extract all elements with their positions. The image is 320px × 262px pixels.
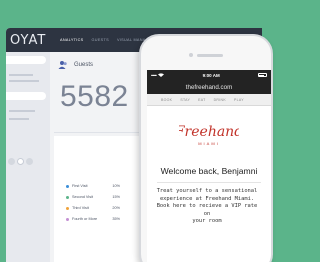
freehand-logo: Freehand MIAMI [179,124,239,146]
sidebar-item[interactable] [6,92,46,100]
row-value: 20% [112,206,120,210]
brand-logo: OYAT [10,32,47,48]
phone-screen: ••••• 9:00 AM thefreehand.com BOOK STAY … [147,70,271,262]
tab-guests[interactable]: GUESTS [92,38,109,42]
camera-icon [189,53,193,57]
logo-script: Freehand [179,124,239,140]
site-nav: BOOK STAY EAT DRINK PLAY [147,94,271,106]
row-value: 10% [112,184,120,188]
row-value: 35% [112,217,120,221]
signal-dots-icon: ••••• [151,72,157,78]
bullet-dot [66,184,69,188]
promo-line: Treat yourself to a sensational [156,188,258,194]
url-text[interactable]: thefreehand.com [186,84,232,91]
tab-analytics[interactable]: ANALYTICS [60,38,84,42]
toggle-dot[interactable] [26,158,33,165]
sidebar-item[interactable] [6,56,46,64]
guests-header: Guests [58,60,93,70]
toggle-dot-active[interactable] [17,158,24,165]
nav-play[interactable]: PLAY [234,98,244,102]
toggle-dot[interactable] [8,158,15,165]
battery-icon [257,73,267,77]
nav-eat[interactable]: EAT [198,98,205,102]
wifi-icon [158,73,165,77]
divider [157,182,261,183]
nav-book[interactable]: BOOK [161,98,172,102]
row-value: 15% [112,195,120,199]
list-item: First Visit 10% [66,184,120,188]
sidebar-toggle-group[interactable] [8,158,33,165]
sidebar-text-line [9,74,33,76]
nav-drink[interactable]: DRINK [214,98,226,102]
sidebar-text-line [9,80,39,82]
welcome-heading: Welcome back, Benjamni [160,166,258,176]
row-label: Fourth or More [72,217,98,221]
speaker-slot [197,54,223,57]
bullet-dot [66,195,69,199]
promo-line: experience at Freehand Miami. [159,195,255,202]
row-label: Second Visit [72,195,94,199]
bullet-dot [66,206,69,210]
status-time: 9:00 AM [202,72,220,78]
nav-stay[interactable]: STAY [180,98,190,102]
logo-sub: MIAMI [198,141,220,146]
signal-group: ••••• [151,72,165,78]
sidebar-text-line [9,110,35,112]
list-item: Third Visit 20% [66,206,120,210]
promo-line: Book here to recieve a VIP rate on [156,203,258,217]
guests-label: Guests [74,62,94,68]
bullet-dot [66,217,69,221]
list-item: Second Visit 15% [66,195,120,199]
address-bar[interactable]: thefreehand.com [147,80,271,94]
promo-message: Treat yourself to a sensational experien… [153,188,261,226]
list-item: Fourth or More 35% [66,217,120,221]
guest-count: 5582 [60,80,129,113]
status-bar: ••••• 9:00 AM [147,70,271,80]
row-label: First Visit [72,184,88,188]
guests-icon [58,61,67,69]
sidebar [6,52,50,262]
row-label: Third Visit [72,206,89,210]
phone-device: ••••• 9:00 AM thefreehand.com BOOK STAY … [139,34,273,262]
promo-line: your room [192,218,222,225]
sidebar-text-line [9,118,29,120]
